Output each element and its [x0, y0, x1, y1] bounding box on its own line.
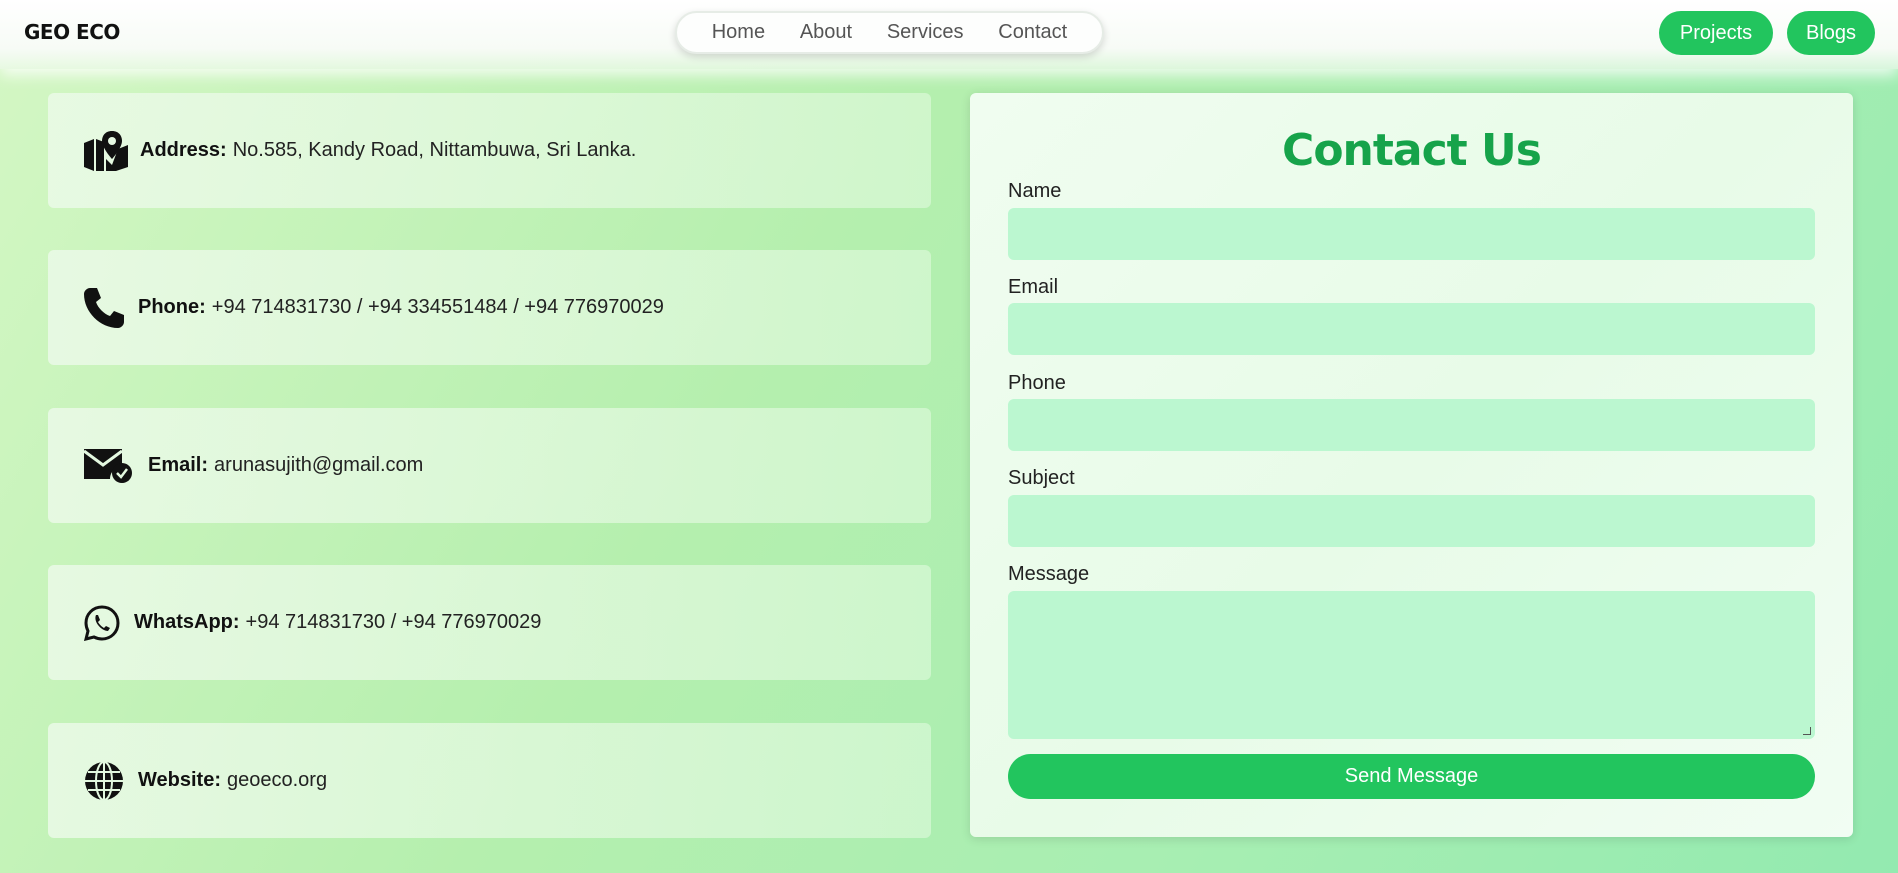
form-title: Contact Us	[1282, 125, 1542, 176]
nav-contact-link[interactable]: Contact	[998, 21, 1067, 44]
subject-label: Subject	[1008, 467, 1075, 489]
email-icon	[84, 443, 138, 489]
resize-handle[interactable]	[1803, 727, 1811, 735]
address-value: No.585, Kandy Road, Nittambuwa, Sri Lank…	[232, 139, 637, 161]
nav-home-link[interactable]: Home	[712, 21, 765, 44]
nav-services-link[interactable]: Services	[887, 21, 964, 44]
message-textarea[interactable]	[1008, 591, 1815, 739]
main-nav: Home About Services Contact	[675, 11, 1104, 54]
phone-card: Phone: +94 714831730 / +94 334551484 / +…	[48, 250, 931, 365]
email-field-label: Email	[1008, 276, 1059, 298]
nav-about-link[interactable]: About	[800, 21, 852, 44]
subject-field[interactable]	[1008, 495, 1815, 547]
message-label: Message	[1008, 563, 1090, 585]
whatsapp-label: WhatsApp:	[134, 611, 240, 633]
website-card: Website: geoeco.org	[48, 723, 931, 838]
name-label: Name	[1008, 180, 1062, 202]
email-value: arunasujith@gmail.com	[214, 454, 424, 476]
email-card: Email: arunasujith@gmail.com	[48, 408, 931, 523]
phone-field[interactable]	[1008, 399, 1815, 451]
phone-value: +94 714831730 / +94 334551484 / +94 7769…	[211, 296, 664, 318]
whatsapp-card: WhatsApp: +94 714831730 / +94 776970029	[48, 565, 931, 680]
phone-field-label: Phone	[1008, 372, 1066, 394]
phone-icon	[84, 285, 128, 331]
send-message-button[interactable]: Send Message	[1008, 754, 1815, 799]
projects-button[interactable]: Projects	[1659, 11, 1773, 55]
website-label: Website:	[138, 769, 221, 791]
name-field[interactable]	[1008, 208, 1815, 260]
website-value[interactable]: geoeco.org	[227, 769, 327, 792]
site-logo[interactable]: GEO ECO	[24, 20, 120, 44]
email-label: Email:	[148, 454, 209, 476]
contact-form: Contact Us Name Email Phone Subject Mess…	[970, 93, 1853, 837]
blogs-button[interactable]: Blogs	[1787, 11, 1875, 55]
email-field[interactable]	[1008, 303, 1815, 355]
address-label: Address:	[140, 139, 227, 161]
address-card: Address: No.585, Kandy Road, Nittambuwa,…	[48, 93, 931, 208]
globe-icon	[84, 758, 128, 804]
site-header: GEO ECO Home About Services Contact Proj…	[0, 0, 1898, 69]
phone-label: Phone:	[138, 296, 206, 318]
whatsapp-icon	[84, 600, 124, 646]
whatsapp-value: +94 714831730 / +94 776970029	[245, 611, 542, 633]
map-icon	[84, 128, 130, 174]
